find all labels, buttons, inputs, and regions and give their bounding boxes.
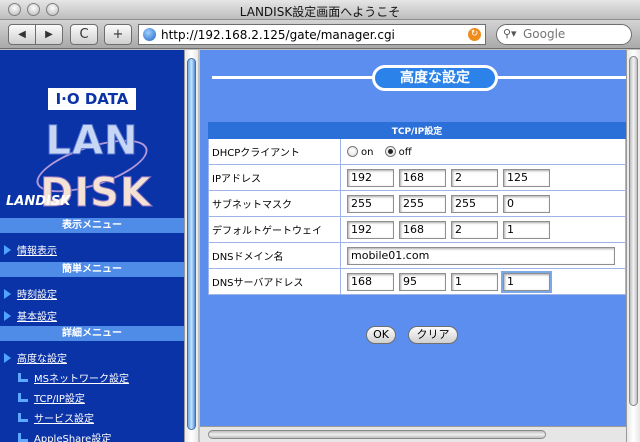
address-bar[interactable]: http://192.168.2.125/gate/manager.cgi ↻ (138, 24, 486, 45)
ip-label: IPアドレス (208, 164, 341, 191)
sidebar-item-label: 高度な設定 (17, 354, 67, 365)
logo-lan-text: LAN (45, 118, 139, 165)
dns-server-octet-3[interactable] (451, 272, 498, 291)
dns-server-label: DNSサーバアドレス (208, 268, 341, 295)
menu-header-advanced: 詳細メニュー (0, 326, 184, 341)
dhcp-on-radio[interactable] (347, 145, 358, 157)
sidebar-item-info[interactable]: 情報表示 (4, 242, 57, 257)
forward-button[interactable]: ▶ (35, 24, 63, 45)
gateway-label: デフォルトゲートウェイ (208, 216, 341, 243)
page-title: 高度な設定 (372, 65, 498, 91)
menu-header-display: 表示メニュー (0, 218, 184, 233)
sidebar-item-basic[interactable]: 基本設定 (4, 308, 57, 323)
arrow-icon (4, 289, 11, 299)
subnet-octet-2[interactable] (399, 194, 446, 213)
sidebar-subitem-label: TCP/IP設定 (34, 394, 85, 405)
ip-octet-4[interactable] (503, 168, 550, 187)
gateway-octet-1[interactable] (347, 220, 394, 239)
ip-octet-3[interactable] (451, 168, 498, 187)
dhcp-off-label: off (398, 146, 412, 158)
arrow-icon (4, 245, 11, 255)
search-field[interactable]: ⚲▾ (496, 24, 632, 45)
dhcp-on-label: on (361, 146, 374, 158)
dns-server-octet-2[interactable] (399, 272, 446, 291)
logo-disk-text: DISK (40, 170, 152, 217)
reload-icon: C (79, 27, 89, 42)
sidebar-frame: I·O DATA LAN DISK LANDISK 表示メニュー 情報表示 簡単… (0, 50, 184, 442)
sidebar-scrollbar[interactable] (184, 50, 198, 442)
ip-octet-1[interactable] (347, 168, 394, 187)
main-scrollbar[interactable] (626, 50, 640, 442)
subnet-octet-4[interactable] (503, 194, 550, 213)
sidebar-subitem-service[interactable]: サービス設定 (18, 410, 94, 425)
sidebar-subitem-label: AppleShare設定 (34, 434, 112, 442)
subitem-hook-icon (18, 433, 28, 442)
dns-server-octet-4[interactable] (501, 270, 552, 293)
title-bar: LANDISK設定画面へようこそ (0, 0, 640, 20)
tcpip-form: TCP/IP設定 DHCPクライアント on off IPアドレス サブネットマ… (208, 122, 626, 295)
dhcp-label: DHCPクライアント (208, 138, 341, 165)
url-text[interactable]: http://192.168.2.125/gate/manager.cgi (161, 28, 395, 42)
arrow-icon (4, 353, 11, 363)
clear-button[interactable]: クリア (408, 326, 458, 344)
subitem-hook-icon (18, 393, 28, 402)
gateway-octet-2[interactable] (399, 220, 446, 239)
subitem-hook-icon (18, 373, 28, 382)
subnet-label: サブネットマスク (208, 190, 341, 217)
main-scroll-thumb[interactable] (629, 56, 638, 406)
sidebar-scroll-thumb[interactable] (187, 58, 196, 430)
dns-server-octet-1[interactable] (347, 272, 394, 291)
dns-domain-label: DNSドメイン名 (208, 242, 341, 269)
back-button[interactable]: ◀ (8, 24, 36, 45)
arrow-icon (4, 311, 11, 321)
sidebar-subitem-msnetwork[interactable]: MSネットワーク設定 (18, 370, 129, 385)
dhcp-off-radio[interactable] (384, 145, 396, 157)
reload-button[interactable]: C (70, 24, 98, 45)
gateway-octet-4[interactable] (503, 220, 550, 239)
sidebar-subitem-tcpip[interactable]: TCP/IP設定 (18, 390, 85, 405)
browser-toolbar: ◀ ▶ C + http://192.168.2.125/gate/manage… (0, 20, 640, 49)
section-title: TCP/IP設定 (208, 122, 626, 139)
sidebar-subitem-label: サービス設定 (34, 414, 94, 425)
sidebar-subitem-appleshare[interactable]: AppleShare設定 (18, 430, 111, 442)
sidebar-subitem-label: MSネットワーク設定 (34, 374, 129, 385)
window-title: LANDISK設定画面へようこそ (239, 5, 401, 19)
landisk-logo: I·O DATA LAN DISK (30, 88, 154, 238)
back-arrow-icon: ◀ (18, 29, 26, 40)
iodata-logo: I·O DATA (48, 88, 136, 110)
search-input[interactable] (523, 27, 623, 41)
gateway-octet-3[interactable] (451, 220, 498, 239)
subnet-octet-3[interactable] (451, 194, 498, 213)
add-bookmark-button[interactable]: + (104, 24, 132, 45)
horizontal-scroll-thumb[interactable] (208, 430, 546, 439)
search-icon: ⚲▾ (503, 27, 517, 40)
sidebar-item-label: 基本設定 (17, 312, 57, 323)
globe-icon (143, 28, 156, 41)
brand-title: LANDISK (6, 194, 71, 209)
ok-button[interactable]: OK (366, 326, 396, 344)
main-frame: 高度な設定 TCP/IP設定 DHCPクライアント on off IPアドレス … (200, 50, 626, 426)
sidebar-item-label: 情報表示 (17, 246, 57, 257)
forward-arrow-icon: ▶ (45, 29, 53, 40)
subnet-octet-1[interactable] (347, 194, 394, 213)
plus-icon: + (112, 27, 124, 42)
subitem-hook-icon (18, 413, 28, 422)
ip-octet-2[interactable] (399, 168, 446, 187)
main-horizontal-scrollbar[interactable] (200, 426, 626, 442)
sidebar-item-time[interactable]: 時刻設定 (4, 286, 57, 301)
menu-header-simple: 簡単メニュー (0, 262, 184, 277)
dns-domain-input[interactable] (347, 246, 615, 265)
sidebar-item-advanced[interactable]: 高度な設定 (4, 350, 67, 365)
page-reload-icon[interactable]: ↻ (468, 28, 481, 41)
sidebar-item-label: 時刻設定 (17, 290, 57, 301)
